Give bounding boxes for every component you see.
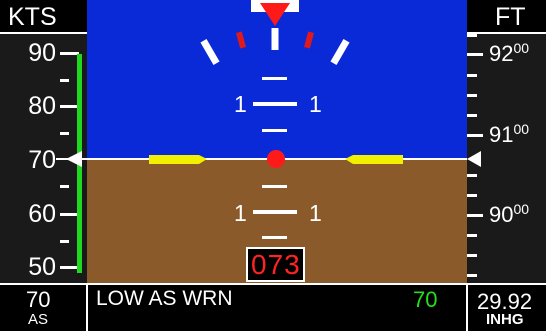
- altitude-label-minor: 00: [513, 40, 530, 56]
- speed-label-70: 70: [28, 146, 56, 174]
- pitch-label-left-lower: 1: [234, 200, 247, 226]
- warning-message: LOW AS WRN: [96, 287, 233, 310]
- alt-tick-minor: [467, 114, 477, 117]
- pitch-label-right-lower: 1: [309, 200, 322, 226]
- speed-tick-minor: [60, 240, 69, 243]
- alt-tick-minor: [467, 254, 477, 257]
- aircraft-center-dot: [267, 150, 285, 168]
- heading-readout: 073: [246, 247, 305, 282]
- baro-unit: INHG: [486, 311, 524, 328]
- bank-mark-center: [271, 28, 279, 50]
- speed-pointer-icon: [66, 151, 82, 167]
- speed-label-80: 80: [28, 92, 56, 120]
- airspeed-readout: 70: [26, 287, 51, 312]
- pitch-line-10-up: [253, 102, 297, 106]
- speed-tick-minor: [60, 185, 69, 188]
- pitch-line-10-down: [253, 210, 297, 214]
- altitude-label-minor: 00: [513, 121, 530, 137]
- alt-tick-minor: [467, 194, 477, 197]
- aircraft-wing-left: [149, 155, 207, 164]
- altitude-label-9200: 9200: [489, 40, 530, 67]
- alt-tick-minor: [467, 234, 477, 237]
- alt-tick-minor: [467, 274, 477, 277]
- airspeed-unit: KTS: [8, 3, 57, 31]
- altitude-label-9100: 9100: [489, 121, 530, 148]
- speed-label-90: 90: [28, 39, 56, 67]
- pitch-tick: [262, 129, 287, 132]
- altitude-pointer-icon: [467, 151, 481, 167]
- speed-label-50: 50: [28, 253, 56, 281]
- pitch-tick: [262, 236, 287, 239]
- altitude-unit: FT: [495, 3, 526, 31]
- aircraft-wing-right: [345, 155, 403, 164]
- speed-tick-minor: [60, 132, 69, 135]
- altitude-header: FT: [467, 0, 546, 34]
- divider: [466, 285, 468, 331]
- altitude-label-9000: 9000: [489, 201, 530, 228]
- speed-label-60: 60: [28, 200, 56, 228]
- altitude-label-major: 92: [489, 41, 514, 66]
- alt-tick-minor: [467, 94, 477, 97]
- airspeed-header: KTS: [0, 0, 87, 34]
- heading-value: 073: [251, 249, 301, 280]
- status-bar: 70 AS LOW AS WRN 70 29.92 INHG: [0, 283, 546, 331]
- altitude-label-major: 91: [489, 122, 514, 147]
- alt-tick-minor: [467, 74, 477, 77]
- pitch-label-right-upper: 1: [309, 91, 322, 117]
- airspeed-readout-label: AS: [28, 311, 49, 328]
- altitude-label-major: 90: [489, 202, 514, 227]
- warning-value: 70: [413, 287, 438, 312]
- alt-tick-minor: [467, 34, 477, 37]
- alt-tick-major: [467, 134, 483, 137]
- pitch-tick: [262, 77, 287, 80]
- alt-tick-minor: [467, 174, 477, 177]
- attitude-indicator: 1 1 1 1: [87, 0, 467, 283]
- alt-tick-major: [467, 214, 483, 217]
- pitch-tick: [262, 185, 287, 188]
- divider: [86, 285, 88, 331]
- altitude-label-minor: 00: [513, 201, 530, 217]
- speed-tick-minor: [60, 79, 69, 82]
- attitude-graphic: [87, 0, 467, 283]
- pitch-label-left-upper: 1: [234, 91, 247, 117]
- alt-tick-major: [467, 53, 483, 56]
